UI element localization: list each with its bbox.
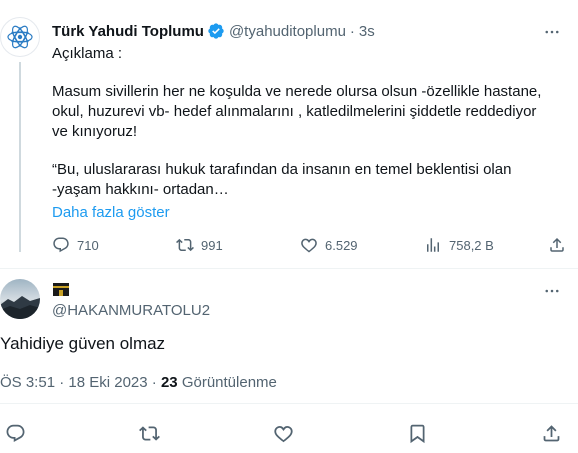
share-icon — [543, 424, 559, 441]
repost-count: 991 — [201, 237, 223, 253]
reply-icon — [53, 237, 69, 253]
separator-dot: · — [349, 22, 355, 40]
reply-date[interactable]: 18 Eki 2023 — [68, 374, 147, 391]
reply-more-options-button[interactable] — [540, 281, 564, 301]
like-icon — [301, 238, 317, 253]
tweet-paragraph: Masum sivillerin her ne koşulda ve nered… — [52, 83, 542, 140]
author-name[interactable]: Türk Yahudi Toplumu — [52, 23, 204, 40]
tweet-actions: 710 991 6.529 758,2 B — [52, 236, 567, 256]
like-button[interactable]: 6.529 — [300, 236, 358, 254]
repost-icon — [138, 425, 160, 441]
reply-views-label: Görüntülenme — [181, 374, 277, 391]
tweet-paragraph: “Bu, uluslararası hukuk tarafından da in… — [52, 161, 512, 198]
more-options-button[interactable] — [540, 22, 564, 42]
reply-button[interactable]: 710 — [52, 236, 99, 254]
reply-share-button[interactable] — [540, 422, 562, 444]
reply-bookmark-button[interactable] — [406, 422, 428, 444]
separator-dot: · — [59, 374, 65, 391]
reply-repost-button[interactable] — [138, 422, 160, 444]
kaaba-icon — [52, 281, 70, 297]
thread-line — [19, 62, 21, 252]
share-icon — [550, 237, 564, 252]
reply-views-count: 23 — [160, 374, 178, 391]
quoted-tweet[interactable]: Türk Yahudi Toplumu @tyahuditoplumu · 3s… — [0, 0, 578, 268]
logo-icon — [7, 25, 33, 49]
repost-button[interactable]: 991 — [176, 236, 223, 254]
views-count: 758,2 B — [449, 237, 494, 253]
reply-count: 710 — [77, 237, 99, 253]
reply-text: Yahidiye güven olmaz — [0, 334, 166, 353]
reply-author-handle[interactable]: @HAKANMURATOLU2 — [52, 302, 210, 319]
tweet-header: Türk Yahudi Toplumu @tyahuditoplumu · 3s — [52, 22, 375, 40]
tweet-time[interactable]: 3s — [359, 23, 375, 40]
reply-time[interactable]: ÖS 3:51 — [0, 374, 55, 391]
reply-avatar[interactable] — [0, 279, 40, 319]
divider — [0, 403, 578, 404]
tweet-paragraph: Açıklama : — [52, 45, 123, 62]
views-button[interactable]: 758,2 B — [424, 236, 494, 254]
separator-dot: · — [151, 374, 157, 391]
more-icon — [545, 289, 559, 293]
avatar-landscape-icon — [0, 279, 40, 319]
like-icon — [273, 425, 293, 442]
like-count: 6.529 — [325, 237, 358, 253]
author-handle[interactable]: @tyahuditoplumu — [229, 23, 346, 40]
reply-reply-button[interactable] — [4, 422, 26, 444]
more-icon — [545, 30, 559, 34]
reply-icon — [6, 424, 24, 442]
show-more-link[interactable]: Daha fazla göster — [52, 204, 170, 221]
reply-meta: ÖS 3:51 · 18 Eki 2023 · 23 Görüntülenme — [0, 374, 277, 391]
bookmark-icon — [410, 424, 424, 443]
share-button[interactable] — [548, 236, 566, 254]
verified-icon — [207, 22, 225, 40]
views-icon — [427, 238, 439, 252]
tweet-text: Açıklama : Masum sivillerin her ne koşul… — [52, 44, 567, 200]
profile-avatar[interactable] — [0, 17, 40, 57]
divider — [0, 268, 578, 269]
repost-icon — [176, 238, 194, 252]
reply-like-button[interactable] — [272, 422, 294, 444]
reply-actions — [0, 422, 578, 444]
